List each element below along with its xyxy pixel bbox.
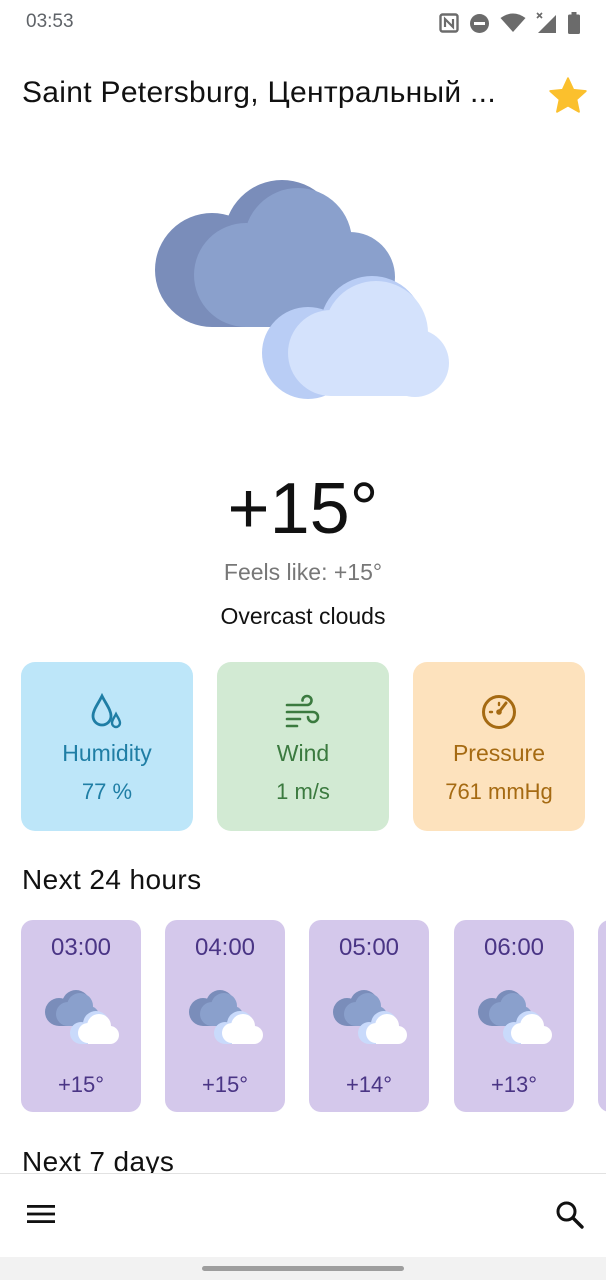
wind-card: Wind 1 m/s	[217, 662, 389, 831]
location-header: Saint Petersburg, Центральный ...	[0, 64, 606, 128]
search-icon[interactable]	[554, 1199, 586, 1231]
hourly-temp: +13°	[490, 1072, 538, 1097]
pressure-label: Pressure	[452, 740, 546, 766]
hourly-item[interactable]: 06:00 +13°	[454, 920, 574, 1112]
hourly-item-partial[interactable]	[598, 920, 606, 1112]
menu-icon[interactable]	[26, 1202, 56, 1226]
feels-like: Feels like: +15°	[223, 559, 383, 585]
status-icons	[439, 11, 580, 35]
hourly-item[interactable]: 04:00 +15°	[165, 920, 285, 1112]
hourly-temp: +15°	[201, 1072, 249, 1097]
humidity-icon	[91, 692, 122, 729]
hourly-forecast-list[interactable]: 03:00 +15° 04:00 +15° 05:00 +14° 06:00 +…	[21, 920, 606, 1112]
humidity-card: Humidity 77 %	[21, 662, 193, 831]
hourly-section-title: Next 24 hours	[22, 864, 202, 895]
clouds-icon	[189, 990, 263, 1044]
do-not-disturb-icon	[470, 13, 489, 33]
metric-cards: Humidity 77 % Wind 1 m/s Pressure 761 mm…	[21, 662, 585, 831]
pressure-card: Pressure 761 mmHg	[413, 662, 585, 831]
bottom-app-bar	[0, 1173, 606, 1257]
humidity-label: Humidity	[62, 740, 152, 766]
wind-icon	[285, 694, 320, 728]
wind-label: Wind	[276, 740, 330, 766]
cell-signal-icon	[536, 12, 556, 33]
wifi-icon	[500, 13, 526, 32]
overcast-clouds-icon	[155, 180, 449, 399]
current-temperature: +15°	[227, 469, 379, 549]
clouds-icon	[333, 990, 407, 1044]
battery-icon	[568, 12, 580, 34]
gesture-handle[interactable]	[202, 1266, 404, 1271]
weather-app: 03:53 Saint Petersburg, Центральный ... …	[0, 0, 606, 1280]
status-time: 03:53	[26, 11, 74, 32]
hourly-time: 04:00	[194, 934, 256, 961]
clouds-icon	[478, 990, 552, 1044]
hourly-time: 06:00	[483, 934, 545, 961]
hourly-temp: +14°	[345, 1072, 393, 1097]
wind-value: 1 m/s	[276, 779, 330, 804]
weather-description: Overcast clouds	[220, 603, 386, 629]
hourly-time: 05:00	[338, 934, 400, 961]
star-icon[interactable]	[546, 74, 590, 118]
location-title[interactable]: Saint Petersburg, Центральный ...	[22, 76, 532, 110]
hourly-item[interactable]: 03:00 +15°	[21, 920, 141, 1112]
pressure-gauge-icon	[482, 695, 516, 729]
status-bar: 03:53	[0, 0, 606, 46]
clouds-icon	[45, 990, 119, 1044]
pressure-value: 761 mmHg	[445, 779, 553, 804]
hourly-item[interactable]: 05:00 +14°	[309, 920, 429, 1112]
humidity-value: 77 %	[81, 779, 133, 804]
hourly-time: 03:00	[50, 934, 112, 961]
hourly-temp: +15°	[57, 1072, 105, 1097]
nfc-icon	[439, 13, 459, 33]
